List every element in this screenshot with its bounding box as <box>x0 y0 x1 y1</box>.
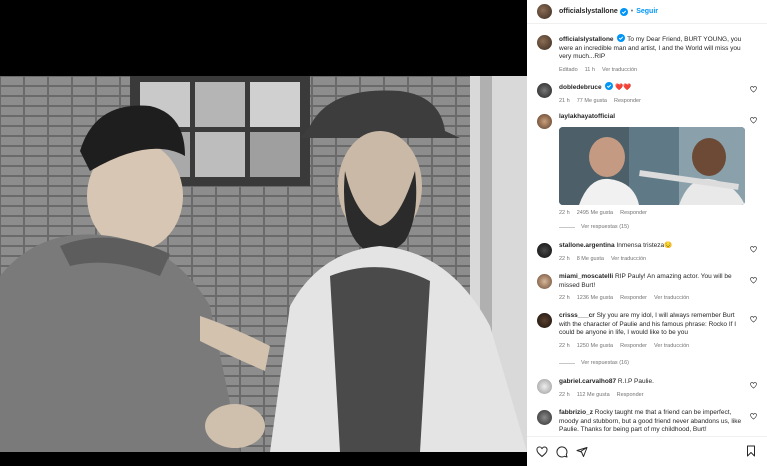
replies-divider <box>559 226 575 228</box>
post-header: officialslystallone • Seguir <box>527 0 767 24</box>
comment-username[interactable]: dobledebruce <box>559 84 602 91</box>
comment-item: miami_moscatelli RIP Pauly! An amazing a… <box>537 273 759 301</box>
view-replies-button[interactable]: Ver respuestas (15) <box>559 224 629 230</box>
post-caption: officialslystallone To my Dear Friend, B… <box>537 34 759 73</box>
comment-likes[interactable]: 1250 Me gusta <box>577 343 613 349</box>
comment-avatar[interactable] <box>537 114 552 129</box>
bookmark-icon[interactable] <box>745 445 757 457</box>
comment-likes[interactable]: 8 Me gusta <box>577 256 604 262</box>
post-photo[interactable] <box>0 76 527 452</box>
heart-icon[interactable] <box>750 413 757 420</box>
view-replies-label[interactable]: Ver respuestas (16) <box>581 360 629 366</box>
heart-icon[interactable] <box>750 277 757 284</box>
comment-avatar[interactable] <box>537 243 552 258</box>
comment-gif[interactable] <box>559 126 745 205</box>
photo-illustration <box>0 76 527 452</box>
caption-translate-link[interactable]: Ver traducción <box>602 67 637 73</box>
post-actions-bar <box>527 436 767 466</box>
comment-item: gabriel.carvalho87 R.I.P Paulie. 22 h 11… <box>537 378 759 398</box>
gif-illustration <box>559 126 745 205</box>
verified-badge-icon <box>605 82 614 90</box>
caption-username[interactable]: officialslystallone <box>559 36 614 43</box>
comment-time[interactable]: 22 h <box>559 392 570 398</box>
caption-time[interactable]: 11 h <box>585 67 595 73</box>
comment-avatar[interactable] <box>537 83 552 98</box>
comment-translate-link[interactable]: Ver traducción <box>654 343 689 349</box>
comment-item: stallone.argentina Inmensa tristeza😔 22 … <box>537 242 759 262</box>
comments-list[interactable]: officialslystallone To my Dear Friend, B… <box>527 28 767 434</box>
comment-item: laylakhayatofficial 22 h 2495 Me gusta R… <box>537 113 759 216</box>
verified-badge-icon <box>617 34 626 42</box>
share-icon[interactable] <box>576 446 588 458</box>
comment-avatar[interactable] <box>537 379 552 394</box>
comment-avatar[interactable] <box>537 313 552 328</box>
comment-reply-button[interactable]: Responder <box>620 343 647 349</box>
post-sidebar: officialslystallone • Seguir officialsly… <box>527 0 767 466</box>
header-separator: • <box>630 8 634 15</box>
comment-time[interactable]: 22 h <box>559 256 570 262</box>
comment-username[interactable]: gabriel.carvalho87 <box>559 378 616 385</box>
comment-text: Inmensa tristeza😔 <box>616 242 673 249</box>
post-media-pane <box>0 0 527 466</box>
heart-icon[interactable] <box>750 246 757 253</box>
comment-username[interactable]: fabbrizio_z <box>559 409 593 416</box>
author-avatar[interactable] <box>537 4 552 19</box>
comment-time[interactable]: 21 h <box>559 98 570 104</box>
comment-reply-button[interactable]: Responder <box>620 295 647 301</box>
comment-translate-link[interactable]: Ver traducción <box>654 295 689 301</box>
comment-reply-button[interactable]: Responder <box>617 392 644 398</box>
comment-time[interactable]: 22 h <box>559 210 570 216</box>
comment-likes[interactable]: 2495 Me gusta <box>577 210 613 216</box>
comment-item: fabbrizio_z Rocky taught me that a frien… <box>537 409 759 434</box>
comment-time[interactable]: 22 h <box>559 343 570 349</box>
comment-item: crisss___cr Sly you are my idol, I will … <box>537 312 759 349</box>
caption-avatar[interactable] <box>537 35 552 50</box>
comment-likes[interactable]: 1236 Me gusta <box>577 295 613 301</box>
comment-time[interactable]: 22 h <box>559 295 570 301</box>
comment-avatar[interactable] <box>537 410 552 425</box>
comment-likes[interactable]: 77 Me gusta <box>577 98 607 104</box>
heart-icon[interactable] <box>536 445 548 458</box>
comment-likes[interactable]: 112 Me gusta <box>577 392 610 398</box>
follow-button[interactable]: Seguir <box>636 8 658 15</box>
comment-username[interactable]: miami_moscatelli <box>559 273 613 280</box>
heart-icon[interactable] <box>750 86 757 93</box>
comment-username[interactable]: crisss___cr <box>559 312 595 319</box>
view-replies-label[interactable]: Ver respuestas (15) <box>581 224 629 230</box>
comment-text: R.I.P Paulie. <box>617 378 654 385</box>
heart-icon[interactable] <box>750 117 757 124</box>
comment-text: ❤️❤️ <box>615 84 632 91</box>
comment-translate-link[interactable]: Ver traducción <box>611 256 646 262</box>
comment-reply-button[interactable]: Responder <box>614 98 641 104</box>
caption-edited: Editado <box>559 66 578 73</box>
author-username[interactable]: officialslystallone <box>559 8 618 15</box>
heart-icon[interactable] <box>750 382 757 389</box>
comment-icon[interactable] <box>556 445 568 458</box>
replies-divider <box>559 362 575 364</box>
view-replies-button[interactable]: Ver respuestas (16) <box>559 360 629 366</box>
comment-username[interactable]: laylakhayatofficial <box>559 113 615 120</box>
heart-icon[interactable] <box>750 316 757 323</box>
comment-reply-button[interactable]: Responder <box>620 210 647 216</box>
comment-item: dobledebruce ❤️❤️ 21 h 77 Me gusta Respo… <box>537 82 759 104</box>
verified-badge-icon <box>619 7 628 16</box>
comment-avatar[interactable] <box>537 274 552 289</box>
comment-username[interactable]: stallone.argentina <box>559 242 615 249</box>
